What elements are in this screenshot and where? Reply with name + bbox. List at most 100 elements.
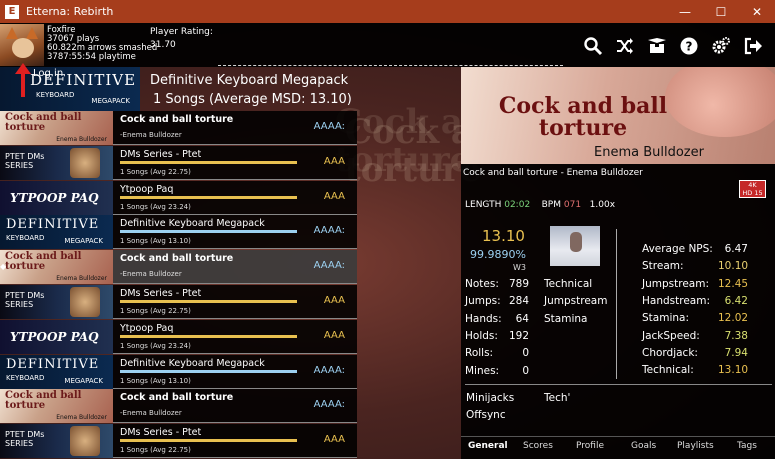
list-item-thumbnail: DEFINITIVE KEYBOARD MEGAPACK (0, 215, 113, 250)
grade-label: AAA (323, 155, 345, 167)
list-item-title: DMs Series - Ptet (120, 288, 202, 299)
player-rating-value: 31.70 (150, 40, 176, 50)
list-item-subtitle: 1 Songs (Avg 13.10) (120, 237, 191, 246)
tab-profile[interactable]: Profile (576, 441, 604, 451)
skillset-label: Stream: (642, 260, 684, 273)
list-item[interactable]: YTPOOP PAQ Ytpoop Paq 1 Songs (Avg 23.24) A… (0, 180, 357, 215)
banner-title: Cock and ball torture (498, 93, 668, 141)
list-item-thumbnail: DEFINITIVE KEYBOARD MEGAPACK (0, 354, 113, 389)
thumbnail-portrait (70, 287, 100, 317)
tab-goals[interactable]: Goals (631, 441, 656, 451)
count-value: 0 (522, 364, 529, 377)
thumbnail-text: YTPOOP PAQ (10, 329, 99, 344)
list-item-thumbnail: YTPOOP PAQ (0, 180, 113, 215)
exit-icon[interactable] (741, 34, 765, 58)
list-item-subtitle: -Enema Bulldozer (120, 409, 182, 418)
skillset-label: JackSpeed: (642, 329, 700, 342)
login-button[interactable]: Log in (33, 68, 63, 79)
tab-playlists[interactable]: Playlists (677, 441, 714, 451)
thumbnail-text: PTET DMs SERIES (5, 151, 45, 170)
list-item[interactable]: PTET DMs SERIES DMs Series - Ptet 1 Songs … (0, 145, 357, 180)
maximize-button[interactable]: ☐ (703, 0, 739, 23)
app-icon: E (5, 4, 19, 19)
help-icon[interactable]: ? (677, 34, 701, 58)
list-item-thumbnail: YTPOOP PAQ (0, 319, 113, 354)
profile-playtime: 3787:55:54 playtime (47, 52, 136, 62)
close-button[interactable]: ✕ (739, 0, 775, 23)
tab-tags[interactable]: Tags (737, 441, 757, 451)
list-item[interactable]: PTET DMs SERIES DMs Series - Ptet 1 Songs … (0, 424, 357, 459)
tab-general[interactable]: General (468, 441, 508, 451)
skillset-value: 10.10 (718, 260, 749, 273)
list-item-subtitle: -Enema Bulldozer (120, 270, 182, 279)
list-item-subtitle: 1 Songs (Avg 22.75) (120, 307, 191, 315)
skillset-value: 13.10 (718, 364, 749, 377)
list-item-title: Cock and ball torture (120, 253, 234, 265)
search-icon[interactable] (581, 34, 605, 58)
count-value: 284 (508, 295, 529, 308)
grade-label: AAA (323, 190, 345, 202)
length-bpm-line: LENGTH 02:02 BPM 071 1.00x (465, 200, 616, 210)
count-label: Rolls: (465, 347, 494, 360)
thumbnail-sub: KEYBOARD (6, 373, 45, 382)
list-item[interactable]: DEFINITIVE KEYBOARD MEGAPACK Definitive Key… (0, 354, 357, 389)
difficulty-badge[interactable]: 4K HD 15 (739, 180, 766, 198)
list-item-title: Ytpoop Paq (120, 322, 174, 334)
group-subtitle: 1 Songs (Average MSD: 13.10) (153, 92, 352, 107)
thumbnail-artist: Enema Bulldozer (56, 414, 107, 422)
settings-icon[interactable] (709, 34, 733, 58)
skillset-value: 12.45 (718, 277, 749, 290)
skillset-label: Technical: (642, 364, 694, 377)
pack-progress-bar (120, 195, 297, 199)
thumbnail-text: Cock and ball torture (5, 112, 82, 133)
list-item-subtitle: -Enema Bulldozer (120, 131, 182, 139)
grade-label: AAAA: (313, 364, 345, 376)
list-item[interactable]: YTPOOP PAQ Ytpoop Paq 1 Songs (Avg 23.24) A… (0, 319, 357, 354)
list-item[interactable]: Cock and ball torture Enema Bulldozer Cock… (0, 389, 357, 424)
list-item-subtitle: 1 Songs (Avg 22.75) (120, 446, 191, 455)
thumbnail-portrait (70, 426, 100, 457)
list-item-title: DMs Series - Ptet (120, 148, 202, 160)
thumbnail-sub: MEGAPACK (64, 376, 103, 385)
list-item[interactable]: Cock and ball torture Enema Bulldozer Cock… (0, 111, 357, 145)
grade-label: AAAA: (313, 399, 345, 411)
package-icon[interactable] (645, 34, 669, 58)
list-item-thumbnail: PTET DMs SERIES (0, 285, 113, 319)
tag-label: Jumpstream (544, 295, 608, 308)
tag-label: Stamina (544, 312, 588, 325)
grade-label: AAAA: (313, 225, 345, 237)
list-item-title: DMs Series - Ptet (120, 427, 202, 439)
tab-scores[interactable]: Scores (523, 441, 553, 451)
stats-divider (616, 229, 617, 379)
thumbnail-sub: KEYBOARD (6, 234, 45, 243)
grade-label: AAA (323, 295, 345, 306)
skillset-label: Handstream: (642, 294, 710, 307)
avatar[interactable] (0, 24, 44, 66)
minimize-button[interactable]: — (667, 0, 703, 23)
song-banner: Cock and ball torture Enema Bulldozer (461, 67, 775, 164)
count-label: Holds: (465, 329, 498, 342)
thumbnail-artist: Enema Bulldozer (56, 275, 107, 283)
red-arrow-annotation (15, 63, 31, 97)
list-item[interactable]: Cock and ball torture Enema Bulldozer Cock… (0, 250, 357, 285)
list-item-thumbnail: Cock and ball torture Enema Bulldozer (0, 111, 113, 145)
list-item-subtitle: 1 Songs (Avg 23.24) (120, 202, 191, 211)
shuffle-icon[interactable] (613, 34, 637, 58)
count-value: 192 (508, 329, 529, 342)
grade-label: AAA (323, 434, 345, 446)
thumbnail-text: DEFINITIVE (6, 217, 100, 233)
list-item-thumbnail: PTET DMs SERIES (0, 145, 113, 180)
list-item[interactable]: PTET DMs SERIES DMs Series - Ptet 1 Songs … (0, 285, 357, 319)
thumbnail-portrait (70, 147, 100, 178)
list-item-subtitle: 1 Songs (Avg 13.10) (120, 376, 191, 385)
pack-progress-bar (120, 160, 297, 164)
list-item[interactable]: DEFINITIVE KEYBOARD MEGAPACK Definitive Key… (0, 215, 357, 250)
skillset-value: 7.94 (724, 346, 748, 359)
thumbnail-text: Cock and ball torture (5, 390, 82, 412)
tag-label: Technical (544, 278, 593, 290)
grade-label: AAA (323, 329, 345, 341)
pack-progress-bar (120, 439, 297, 443)
selection-marker: ◆ (0, 262, 7, 271)
list-item-thumbnail: Cock and ball torture Enema Bulldozer (0, 389, 113, 424)
tab-divider (461, 436, 775, 437)
